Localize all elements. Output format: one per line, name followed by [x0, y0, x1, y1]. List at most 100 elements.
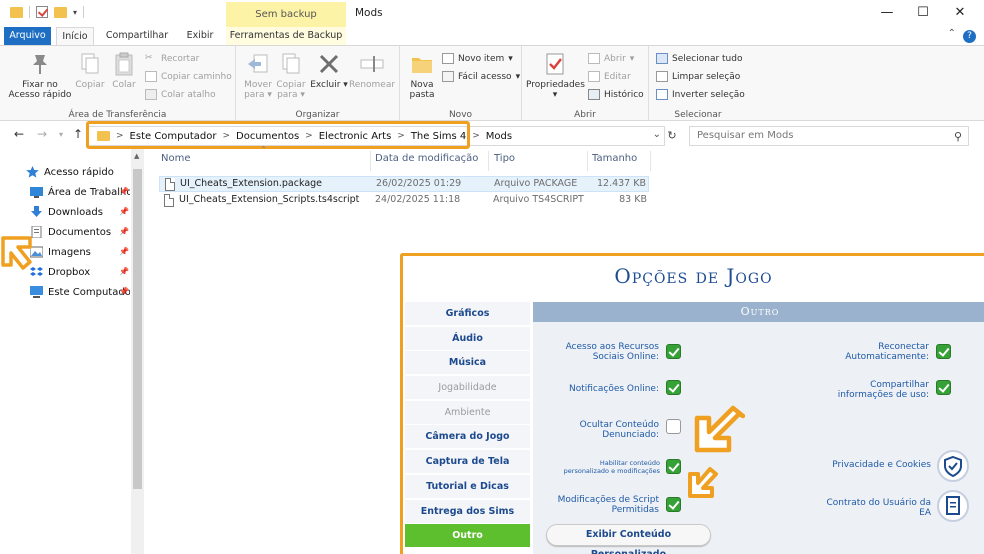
privacy-shield-button[interactable] — [937, 450, 969, 482]
easy-access-button[interactable]: Fácil acesso ▾ — [442, 71, 520, 82]
group-open: Propriedades ▾ Abrir ▾ Editar Histórico … — [522, 46, 649, 122]
copy-to-button[interactable]: Copiar para ▾ — [274, 51, 308, 100]
history-button[interactable]: Histórico — [588, 89, 644, 100]
options-menu-item[interactable]: Entrega dos Sims — [405, 499, 530, 523]
pin-icon[interactable]: 📌 — [119, 227, 129, 236]
search-icon[interactable]: ⚲ — [954, 130, 962, 143]
cut-button[interactable]: ✂ Recortar — [145, 53, 199, 64]
option-label-line: personalizado e modificações — [563, 467, 660, 475]
new-folder-button[interactable]: Nova pasta — [404, 51, 440, 100]
nav-item-documents[interactable]: Documentos — [30, 224, 130, 240]
tab-view[interactable]: Exibir — [180, 27, 220, 45]
folder-icon[interactable] — [10, 6, 23, 18]
column-separator[interactable] — [650, 151, 651, 171]
tab-file[interactable]: Arquivo — [4, 27, 51, 45]
options-menu-item[interactable]: Jogabilidade — [405, 376, 530, 400]
new-item-button[interactable]: Novo item ▾ — [442, 53, 513, 64]
table-row[interactable]: UI_Cheats_Extension.package 26/02/2025 0… — [159, 176, 649, 192]
notifications-checkbox[interactable] — [666, 380, 681, 395]
column-header-size[interactable]: Tamanho — [592, 153, 637, 164]
paste-label: Colar — [112, 80, 136, 90]
column-header-date[interactable]: Data de modificação — [375, 153, 478, 164]
recent-locations-icon[interactable]: ▾ — [59, 130, 63, 139]
column-separator[interactable] — [370, 151, 371, 171]
options-menu-item-active[interactable]: Outro — [405, 524, 530, 548]
pin-icon[interactable]: 📌 — [119, 247, 129, 256]
nav-item-dropbox[interactable]: Dropbox — [30, 264, 130, 280]
select-none-button[interactable]: Limpar seleção — [656, 71, 740, 82]
eula-document-button[interactable] — [937, 490, 969, 522]
tab-home[interactable]: Início — [56, 27, 94, 45]
options-menu-item[interactable]: Câmera do Jogo — [405, 425, 530, 449]
group-select-label: Selecionar — [674, 110, 722, 120]
options-content: Outro Acesso aos Recursos Sociais Online… — [533, 302, 984, 554]
move-to-button[interactable]: Mover para ▾ — [240, 51, 276, 100]
nav-item-this-pc[interactable]: Este Computador — [30, 284, 130, 300]
options-menu-item[interactable]: Gráficos — [405, 302, 530, 325]
rename-button[interactable]: Renomear — [348, 51, 396, 90]
select-all-button[interactable]: Selecionar tudo — [656, 53, 742, 64]
options-menu-item[interactable]: Captura de Tela — [405, 450, 530, 474]
column-separator[interactable] — [587, 151, 588, 171]
maximize-button[interactable]: ☐ — [903, 3, 943, 23]
properties-check-icon[interactable] — [36, 6, 48, 18]
pin-icon[interactable]: 📌 — [119, 267, 129, 276]
paste-shortcut-button[interactable]: Colar atalho — [145, 89, 216, 100]
options-menu-item[interactable]: Tutorial e Dicas — [405, 474, 530, 498]
tab-share[interactable]: Compartilhar — [103, 27, 171, 45]
paste-button[interactable]: Colar — [108, 51, 140, 90]
back-arrow-icon[interactable]: ← — [14, 127, 24, 141]
options-menu-item[interactable]: Ambiente — [405, 400, 530, 424]
show-custom-content-button[interactable]: Exibir Conteúdo Personalizado — [546, 524, 711, 554]
forward-arrow-icon[interactable]: → — [37, 127, 47, 141]
refresh-icon[interactable]: ↻ — [665, 129, 679, 143]
social-checkbox[interactable] — [666, 344, 681, 359]
table-row[interactable]: UI_Cheats_Extension_Scripts.ts4script 24… — [159, 193, 649, 209]
qat-dropdown-icon[interactable]: ▾ — [73, 8, 77, 17]
search-box[interactable]: Pesquisar em Mods ⚲ — [689, 126, 969, 146]
tab-backup-tools[interactable]: Ferramentas de Backup — [226, 27, 346, 45]
properties-button[interactable]: Propriedades ▾ — [526, 51, 585, 100]
pin-icon[interactable]: 📌 — [119, 287, 129, 296]
up-arrow-icon[interactable]: ↑ — [73, 127, 83, 141]
column-header-type[interactable]: Tipo — [494, 153, 515, 164]
minimize-button[interactable]: — — [867, 3, 907, 23]
reconnect-checkbox[interactable] — [936, 344, 951, 359]
share-usage-checkbox[interactable] — [936, 380, 951, 395]
title-bar: ▾ Sem backup Mods — ☐ ✕ — [0, 0, 984, 27]
pin-icon[interactable]: 📌 — [119, 207, 129, 216]
invert-selection-button[interactable]: Inverter seleção — [656, 89, 745, 100]
copy-button[interactable]: Copiar — [74, 51, 106, 90]
column-header-name[interactable]: Nome — [161, 153, 191, 164]
edit-button[interactable]: Editar — [588, 71, 631, 82]
address-dropdown-icon[interactable]: ⌄ — [653, 129, 661, 140]
new-folder-icon[interactable] — [54, 6, 67, 18]
scroll-up-icon[interactable]: ▲ — [134, 152, 139, 160]
option-label-line: Acesso aos Recursos — [565, 342, 659, 352]
pin-icon[interactable]: 📌 — [119, 187, 129, 196]
nav-item-quick-access[interactable]: Acesso rápido — [26, 164, 126, 180]
pin-quick-access-button[interactable]: Fixar no Acesso rápido — [6, 51, 74, 100]
delete-button[interactable]: Excluir ▾ — [310, 51, 348, 90]
file-size: 83 KB — [619, 194, 647, 205]
nav-pane-scrollbar[interactable]: ▲ — [131, 149, 144, 554]
quick-access-toolbar: ▾ — [10, 6, 85, 18]
file-name: UI_Cheats_Extension_Scripts.ts4script — [179, 194, 360, 205]
column-separator[interactable] — [488, 151, 489, 171]
script-mods-checkbox[interactable] — [666, 497, 681, 512]
collapse-ribbon-icon[interactable]: ⌃ — [948, 28, 956, 39]
scrollbar-thumb[interactable] — [133, 169, 142, 489]
close-button[interactable]: ✕ — [940, 3, 980, 23]
options-menu-item[interactable]: Música — [405, 351, 530, 375]
help-icon[interactable]: ? — [963, 30, 976, 43]
options-menu-item[interactable]: Áudio — [405, 326, 530, 350]
copy-path-button[interactable]: Copiar caminho — [145, 71, 232, 82]
easy-access-label: Fácil acesso — [458, 71, 512, 82]
nav-item-pictures[interactable]: Imagens — [30, 244, 130, 260]
nav-item-desktop[interactable]: Área de Trabalho — [30, 184, 130, 200]
enable-cc-checkbox[interactable] — [666, 459, 681, 474]
open-button[interactable]: Abrir ▾ — [588, 53, 634, 64]
nav-item-downloads[interactable]: Downloads — [30, 204, 130, 220]
highlight-arrow-icon — [1, 236, 32, 270]
breadcrumb-item[interactable]: Mods — [486, 131, 512, 142]
